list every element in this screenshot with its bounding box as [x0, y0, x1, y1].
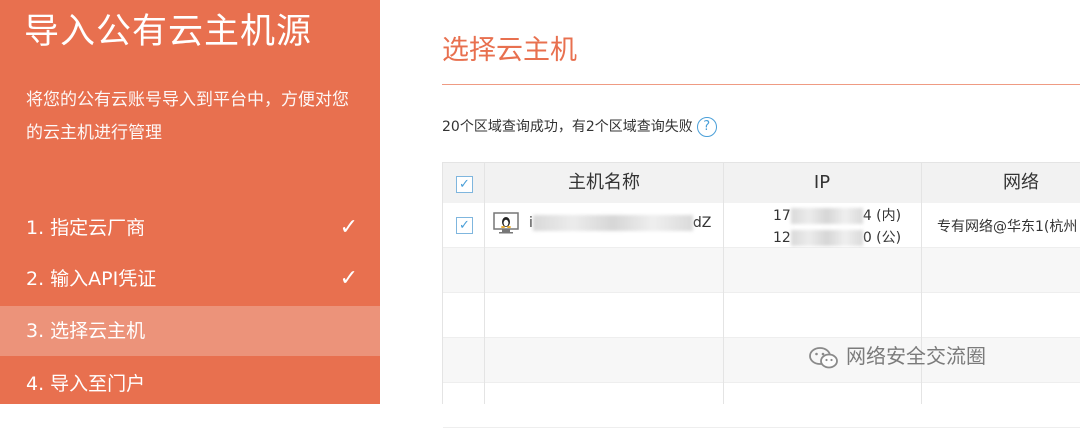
table-header: ✓ 主机名称 IP 网络	[443, 162, 1080, 204]
title-divider	[442, 84, 1080, 85]
private-ip: 17 4 (内)	[773, 205, 901, 225]
sidebar-title: 导入公有云主机源	[24, 12, 313, 52]
select-all-cell: ✓	[443, 163, 485, 203]
check-icon: ✓	[339, 266, 358, 291]
sidebar: 导入公有云主机源 将您的公有云账号导入到平台中，方便对您的云主机进行管理 1. …	[0, 0, 380, 404]
table-row	[443, 383, 1080, 428]
column-header-hostname: 主机名称	[568, 172, 640, 193]
step-label: 4. 导入至门户	[26, 373, 146, 395]
table-row	[443, 248, 1080, 293]
check-icon: ✓	[339, 215, 358, 240]
public-ip: 12 0 (公)	[773, 227, 901, 247]
public-ip-suffix: 0 (公)	[862, 230, 902, 246]
query-status: 20个区域查询成功，有2个区域查询失败?	[442, 116, 717, 138]
page-title: 选择云主机	[442, 35, 577, 66]
step-label: 3. 选择云主机	[26, 320, 146, 342]
network-cell: 专有网络@华东1(杭州	[937, 219, 1078, 235]
table-row	[443, 293, 1080, 338]
step-import-to-portal[interactable]: 4. 导入至门户	[0, 359, 380, 409]
step-label: 2. 输入API凭证	[26, 268, 157, 290]
column-header-ip: IP	[813, 172, 831, 193]
watermark: 网络安全交流圈	[808, 340, 986, 370]
sidebar-description: 将您的公有云账号导入到平台中，方便对您的云主机进行管理	[26, 90, 349, 143]
watermark-text: 网络安全交流圈	[846, 344, 986, 368]
redacted-host-name	[532, 215, 693, 231]
table-row[interactable]: ✓ i dZ 17 4 (内) 12 0 (公) 专有网络@华东1(杭州	[443, 203, 1080, 248]
select-all-checkbox[interactable]: ✓	[456, 176, 473, 193]
column-divider	[723, 162, 724, 404]
column-divider	[484, 162, 485, 404]
host-name: i dZ	[529, 215, 711, 231]
redacted-ip	[790, 208, 863, 224]
linux-icon	[493, 212, 519, 234]
private-ip-suffix: 4 (内)	[862, 208, 902, 224]
host-name-suffix: dZ	[692, 215, 712, 231]
step-label: 1. 指定云厂商	[26, 217, 146, 239]
step-enter-api-credentials[interactable]: 2. 输入API凭证 ✓	[0, 254, 380, 304]
step-select-hosts[interactable]: 3. 选择云主机	[0, 306, 380, 356]
query-status-text: 20个区域查询成功，有2个区域查询失败	[442, 119, 693, 135]
column-header-network: 网络	[1003, 172, 1039, 193]
redacted-ip	[790, 230, 863, 246]
private-ip-prefix: 17	[773, 208, 791, 224]
step-specify-vendor[interactable]: 1. 指定云厂商 ✓	[0, 203, 380, 253]
public-ip-prefix: 12	[773, 230, 791, 246]
help-icon[interactable]: ?	[696, 117, 717, 137]
wechat-icon	[809, 346, 838, 368]
row-checkbox[interactable]: ✓	[456, 217, 473, 234]
